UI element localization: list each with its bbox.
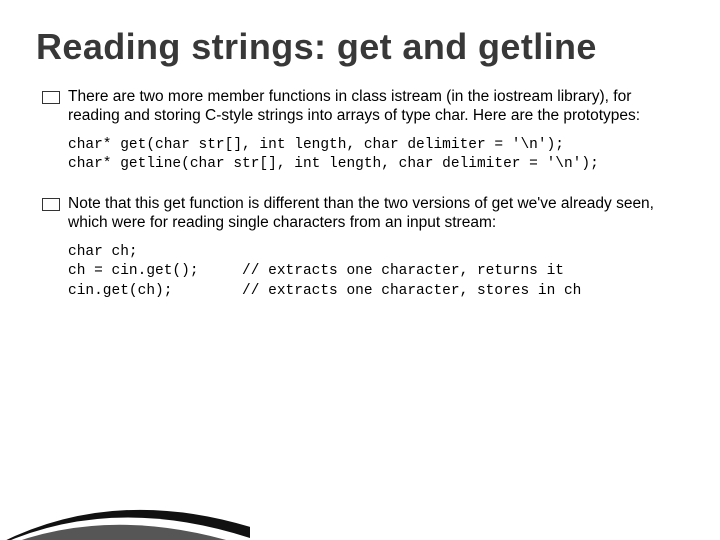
code-block: char ch; ch = cin.get(); // extracts one… (68, 243, 678, 302)
code-block: char* get(char str[], int length, char d… (68, 136, 678, 175)
bullet-icon (42, 198, 60, 211)
paragraph: There are two more member functions in c… (68, 88, 678, 126)
bullet-icon (42, 91, 60, 104)
list-item: Note that this get function is different… (42, 195, 678, 233)
corner-swoosh-icon (0, 440, 250, 540)
list-item: There are two more member functions in c… (42, 88, 678, 126)
slide-body: There are two more member functions in c… (36, 88, 684, 301)
slide: Reading strings: get and getline There a… (0, 0, 720, 540)
slide-title: Reading strings: get and getline (36, 28, 684, 66)
paragraph: Note that this get function is different… (68, 195, 678, 233)
